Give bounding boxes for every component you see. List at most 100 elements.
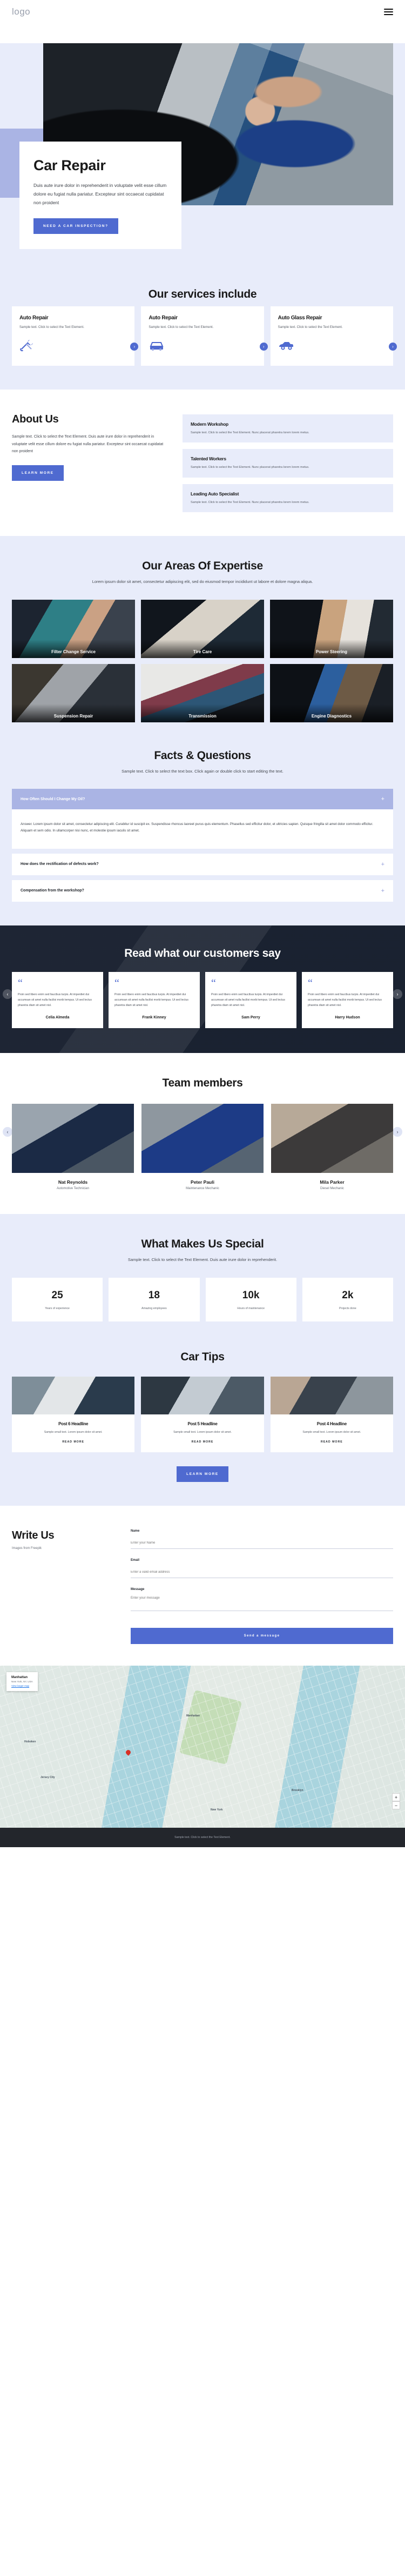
stat-value: 2k xyxy=(342,1289,354,1301)
map-info-card[interactable]: Manhattan New York, NY, USA View larger … xyxy=(6,1672,38,1692)
service-title: Auto Repair xyxy=(19,314,49,321)
map-larger-link[interactable]: View larger map xyxy=(11,1685,33,1687)
map-zoom-controls[interactable]: + − xyxy=(392,1793,400,1810)
testimonial-author: Celia Almeda xyxy=(45,1016,70,1020)
testimonial-text: Proin sed libero enim sed faucibus turpi… xyxy=(18,992,92,1008)
faq-open-question[interactable]: How Often Should I Change My Oil? + xyxy=(12,789,393,810)
about-copy: About Us Sample text. Click to select th… xyxy=(12,413,168,481)
testimonial-author: Frank Kinney xyxy=(142,1016,166,1020)
tip-card[interactable]: Post 5 Headline Sample small text. Lorem… xyxy=(141,1377,264,1453)
hero-cta-button[interactable]: Need a car inspection? xyxy=(33,218,118,234)
tips-learn-more-button[interactable]: Learn More xyxy=(177,1466,228,1482)
send-message-button[interactable]: Send a message xyxy=(131,1628,393,1645)
feature-card: Modern Workshop Sample text. Click to se… xyxy=(183,414,393,443)
service-card[interactable]: Auto Repair Sample text. Click to select… xyxy=(141,306,268,366)
tip-text: Sample small text. Lorem ipsum dolor sit… xyxy=(302,1431,361,1434)
about-learn-more-button[interactable]: Learn More xyxy=(12,465,64,481)
about-features: Modern Workshop Sample text. Click to se… xyxy=(183,413,393,513)
read-more-link[interactable]: READ MORE xyxy=(147,1440,257,1444)
faq-accordion: How Often Should I Change My Oil? + Answ… xyxy=(12,789,393,902)
expertise-tile[interactable]: Engine Diagnostics xyxy=(269,663,393,722)
map-label: Jersey City xyxy=(40,1776,55,1780)
tip-image xyxy=(141,1377,264,1415)
hamburger-menu-icon[interactable] xyxy=(384,8,393,16)
tip-card[interactable]: Post 6 Headline Sample small text. Lorem… xyxy=(12,1377,135,1453)
stat-label: Years of experience xyxy=(45,1306,70,1310)
feature-title: Modern Workshop xyxy=(191,421,228,427)
plus-icon: + xyxy=(381,861,384,868)
stat-card: 18 Amazing employees xyxy=(109,1277,200,1322)
read-more-link[interactable]: READ MORE xyxy=(18,1440,128,1444)
faq-question-label: How Often Should I Change My Oil? xyxy=(21,797,85,801)
expertise-tile[interactable]: Suspension Repair xyxy=(12,663,135,722)
stat-label: Hours of maintenance xyxy=(237,1306,265,1310)
expertise-label: Tire Care xyxy=(140,639,264,658)
message-field[interactable] xyxy=(131,1595,393,1612)
chevron-left-icon[interactable]: ‹ xyxy=(3,989,12,999)
zoom-out-button[interactable]: − xyxy=(392,1801,400,1810)
service-card[interactable]: Auto Repair Sample text. Click to select… xyxy=(12,306,139,366)
about-title: About Us xyxy=(12,413,59,425)
stat-value: 18 xyxy=(148,1289,160,1301)
site-header: logo xyxy=(0,0,405,24)
footer-text: Sample text. Click to select the Text El… xyxy=(174,1836,231,1840)
services-section: Our services include Auto Repair Sample … xyxy=(0,264,405,390)
stats-list: 25 Years of experience 18 Amazing employ… xyxy=(12,1277,393,1322)
expertise-tile[interactable]: Filter Change Service xyxy=(12,599,135,658)
quote-icon: “ xyxy=(211,977,216,989)
testimonial-author: Sam Perry xyxy=(241,1016,260,1020)
map-label: Hoboken xyxy=(24,1740,36,1744)
tip-title: Post 6 Headline xyxy=(58,1421,89,1427)
contact-section: Write Us Images from Freepik Name Email … xyxy=(0,1506,405,1666)
contact-subtitle: Images from Freepik xyxy=(12,1547,42,1551)
expertise-tile[interactable]: Power Steering xyxy=(269,599,393,658)
zoom-in-button[interactable]: + xyxy=(392,1793,400,1802)
faq-title: Facts & Questions xyxy=(154,749,251,762)
faq-question-label: How does the rectification of defects wo… xyxy=(21,862,99,867)
map-place-title: Manhattan xyxy=(11,1676,28,1680)
service-arrow-button[interactable]: › xyxy=(259,343,268,351)
team-member-name: Nat Reynolds xyxy=(58,1179,88,1185)
about-section: About Us Sample text. Click to select th… xyxy=(0,390,405,536)
map-label: Manhattan xyxy=(186,1714,200,1718)
wrench-screwdriver-icon xyxy=(20,340,33,352)
chevron-right-icon[interactable]: › xyxy=(393,1127,402,1137)
testimonial-card: “ Proin sed libero enim sed faucibus tur… xyxy=(205,971,296,1029)
testimonial-text: Proin sed libero enim sed faucibus turpi… xyxy=(308,992,382,1008)
expertise-tile[interactable]: Tire Care xyxy=(140,599,264,658)
tip-title: Post 4 Headline xyxy=(316,1421,347,1427)
map-section[interactable]: Manhattan New York, NY, USA View larger … xyxy=(0,1666,405,1828)
service-title: Auto Glass Repair xyxy=(278,314,322,321)
read-more-link[interactable]: READ MORE xyxy=(277,1440,387,1444)
service-card[interactable]: Auto Glass Repair Sample text. Click to … xyxy=(270,306,397,366)
service-text: Sample text. Click to select the Text El… xyxy=(278,325,343,329)
name-label: Name xyxy=(131,1530,140,1533)
testimonial-text: Proin sed libero enim sed faucibus turpi… xyxy=(114,992,188,1008)
team-member: Peter Pauli Maintenance Mechanic xyxy=(141,1104,264,1190)
faq-question-item[interactable]: Compensation from the workshop? + xyxy=(12,880,393,902)
service-arrow-button[interactable]: › xyxy=(388,343,397,351)
faq-subtitle: Sample text. Click to select the text bo… xyxy=(122,768,284,774)
chevron-right-icon[interactable]: › xyxy=(393,989,402,999)
faq-question-item[interactable]: How does the rectification of defects wo… xyxy=(12,853,393,875)
service-title: Auto Repair xyxy=(148,314,178,321)
avatar xyxy=(12,1104,134,1173)
team-member-role: Maintenance Mechanic xyxy=(186,1187,219,1191)
stat-label: Amazing employees xyxy=(141,1306,167,1310)
team-section: ‹ › Team members Nat Reynolds Automotive… xyxy=(0,1053,405,1215)
testimonials-section: ‹ › Read what our customers say “ Proin … xyxy=(0,925,405,1053)
email-field[interactable] xyxy=(131,1569,393,1579)
logo[interactable]: logo xyxy=(12,6,30,17)
tips-title: Car Tips xyxy=(180,1351,225,1364)
special-title: What Makes Us Special xyxy=(141,1238,264,1251)
services-list: Auto Repair Sample text. Click to select… xyxy=(12,306,397,366)
quote-icon: “ xyxy=(308,977,313,989)
service-arrow-button[interactable]: › xyxy=(130,343,139,351)
page-title: Car Repair xyxy=(33,157,106,173)
hero-description: Duis aute irure dolor in reprehenderit i… xyxy=(33,183,167,205)
chevron-left-icon[interactable]: ‹ xyxy=(3,1127,12,1137)
tip-card[interactable]: Post 4 Headline Sample small text. Lorem… xyxy=(270,1377,393,1453)
name-field[interactable] xyxy=(131,1540,393,1549)
expertise-label: Suspension Repair xyxy=(12,703,135,722)
expertise-tile[interactable]: Transmission xyxy=(140,663,264,722)
